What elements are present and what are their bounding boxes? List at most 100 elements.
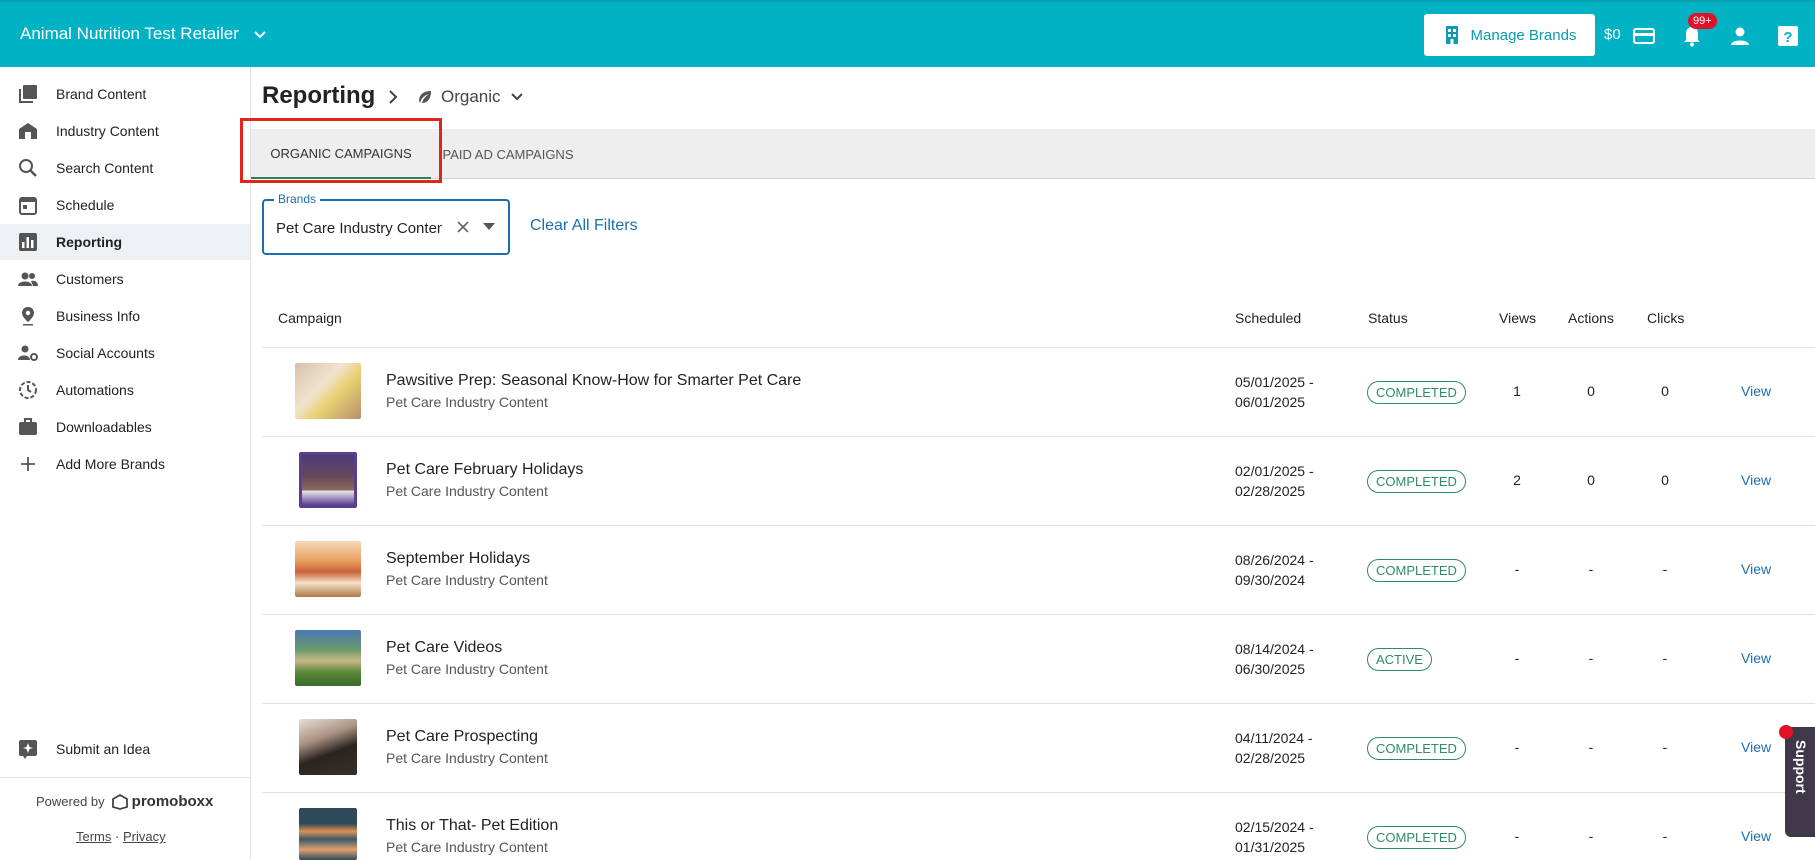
retailer-switcher[interactable]: Animal Nutrition Test Retailer [20,24,267,44]
campaign-title: Pet Care Prospecting [386,728,539,745]
view-link[interactable]: View [1741,383,1771,399]
clicks-count: - [1662,739,1668,755]
status-badge: COMPLETED [1367,826,1466,849]
location-pin-icon [22,307,34,326]
campaign-brand: Pet Care Industry Content [386,394,548,410]
sidebar-item-schedule[interactable]: Schedule [0,187,250,223]
credit-card-icon[interactable] [1632,24,1656,48]
scheduled-end: 02/28/2025 [1235,750,1306,766]
privacy-link[interactable]: Privacy [123,829,166,844]
search-icon [19,159,37,177]
column-header-scheduled: Scheduled [1235,310,1302,326]
support-label: Support [1793,740,1809,794]
sidebar-item-label: Business Info [56,308,141,324]
user-icon[interactable] [1728,24,1752,48]
brands-filter[interactable]: Brands Pet Care Industry Content [262,192,510,255]
scheduled-start: 08/14/2024 - [1235,641,1314,657]
sidebar-item-social-accounts[interactable]: Social Accounts [0,335,250,371]
views-count: - [1514,561,1520,577]
campaign-thumbnail [299,719,357,775]
sidebar-item-label: Customers [56,271,124,287]
bar-chart-icon [19,233,37,251]
sidebar-item-label: Social Accounts [56,345,155,361]
sidebar-item-label: Schedule [56,197,115,213]
scheduled-end: 02/28/2025 [1235,483,1306,499]
tab-paid-ad-campaigns[interactable]: PAID AD CAMPAIGNS [433,129,583,179]
page-title: Reporting [262,82,376,109]
sidebar-item-customers[interactable]: Customers [0,261,250,297]
submit-idea-label: Submit an Idea [56,741,151,757]
campaign-thumbnail [299,452,357,508]
sidebar-item-automations[interactable]: Automations [0,372,250,408]
caret-down-icon[interactable] [483,223,495,231]
sidebar-item-search-content[interactable]: Search Content [0,150,250,186]
breadcrumb-label: Organic [441,87,501,106]
campaign-title: September Holidays [386,550,531,567]
brands-filter-label: Brands [274,192,321,206]
person-gear-icon [18,345,38,361]
chevron-down-icon [510,93,523,101]
table-row[interactable]: September Holidays Pet Care Industry Con… [262,526,1815,615]
scheduled-start: 02/01/2025 - [1235,463,1314,479]
sidebar-item-label: Search Content [56,160,154,176]
leaf-icon [419,91,431,103]
legal-links: Terms · Privacy [76,829,166,844]
views-count: 1 [1513,383,1521,399]
table-row[interactable]: Pet Care Videos Pet Care Industry Conten… [262,615,1815,704]
breadcrumb-organic[interactable]: Organic [417,87,525,107]
box-logo-icon [111,793,128,810]
highlight-annotation [240,118,442,183]
sidebar-item-add-more-brands[interactable]: Add More Brands [0,446,250,482]
manage-brands-label: Manage Brands [1470,26,1577,44]
building-icon [1445,26,1458,44]
actions-count: 0 [1587,472,1595,488]
table-row[interactable]: This or That- Pet Edition Pet Care Indus… [262,793,1815,860]
view-link[interactable]: View [1741,561,1771,577]
support-notification-dot [1779,725,1793,739]
brands-filter-value: Pet Care Industry Content [276,220,442,237]
view-link[interactable]: View [1741,739,1771,755]
table-row[interactable]: Pet Care February Holidays Pet Care Indu… [262,437,1815,526]
clicks-count: - [1662,650,1668,666]
sidebar-item-brand-content[interactable]: Brand Content [0,76,250,112]
people-icon [18,272,38,286]
view-link[interactable]: View [1741,650,1771,666]
terms-link[interactable]: Terms [76,829,111,844]
link-separator: · [115,829,120,844]
top-bar: Animal Nutrition Test Retailer Manage Br… [0,0,1815,67]
view-link[interactable]: View [1741,472,1771,488]
table-row[interactable]: Pet Care Prospecting Pet Care Industry C… [262,704,1815,793]
help-icon[interactable]: ? [1776,24,1800,48]
table-row[interactable]: Pawsitive Prep: Seasonal Know-How for Sm… [262,348,1815,437]
sidebar-item-reporting[interactable]: Reporting [0,224,250,260]
sidebar-item-industry-content[interactable]: Industry Content [0,113,250,149]
campaign-brand: Pet Care Industry Content [386,661,548,677]
scheduled-start: 04/11/2024 - [1235,730,1313,746]
sidebar-item-downloadables[interactable]: Downloadables [0,409,250,445]
campaign-thumbnail [295,541,361,597]
scheduled-end: 01/31/2025 [1235,839,1306,855]
clicks-count: - [1662,828,1668,844]
status-badge: COMPLETED [1367,737,1466,760]
scheduled-dates: 02/01/2025 - 02/28/2025 [1235,461,1314,501]
notification-badge: 99+ [1688,13,1717,29]
submit-idea-button[interactable]: Submit an Idea [0,731,250,767]
logo-text: promoboxx [131,793,214,810]
sidebar-item-business-info[interactable]: Business Info [0,298,250,334]
views-count: - [1514,739,1520,755]
close-icon[interactable] [455,219,471,235]
sidebar-divider [0,777,250,778]
clear-all-filters-link[interactable]: Clear All Filters [530,217,638,235]
manage-brands-button[interactable]: Manage Brands [1424,14,1595,56]
view-link[interactable]: View [1741,828,1771,844]
powered-by-text: Powered by [36,794,105,809]
actions-count: 0 [1587,383,1595,399]
column-header-actions: Actions [1568,310,1614,326]
account-balance[interactable]: $0 [1604,26,1621,43]
campaign-brand: Pet Care Industry Content [386,750,548,766]
clicks-count: 0 [1661,383,1669,399]
scheduled-dates: 02/15/2024 - 01/31/2025 [1235,817,1314,857]
idea-icon [19,740,37,759]
scheduled-dates: 04/11/2024 - 02/28/2025 [1235,728,1313,768]
chevron-down-icon [254,31,266,39]
